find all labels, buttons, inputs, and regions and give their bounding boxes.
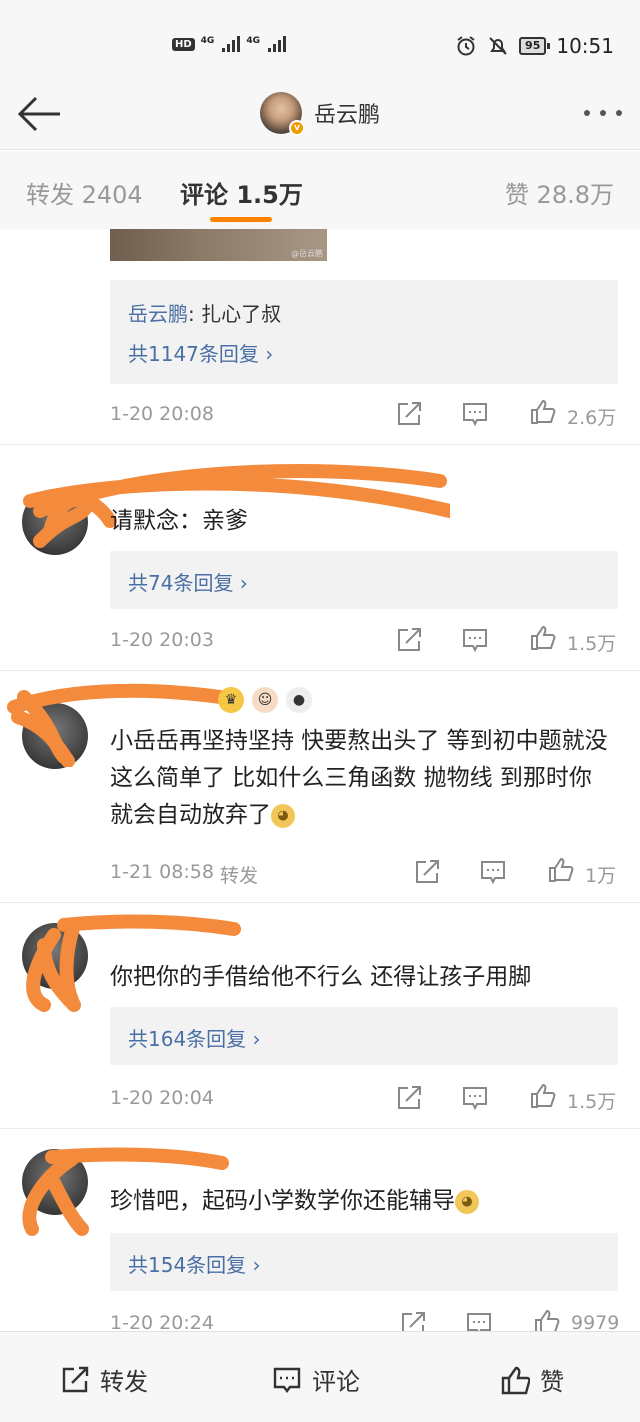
share-icon[interactable] <box>400 1311 426 1331</box>
reply-count-link[interactable]: 共1147条回复 › <box>128 338 273 367</box>
reply-preview[interactable]: 岳云鹏: 扎心了叔 共1147条回复 › <box>110 280 618 384</box>
reply-author[interactable]: 岳云鹏 <box>128 302 188 326</box>
comment-time: 1-20 20:04 <box>110 1087 214 1109</box>
share-icon[interactable] <box>396 1085 422 1111</box>
user-badges: ♛ ☺ ● <box>218 687 312 713</box>
like-icon[interactable] <box>530 1083 556 1109</box>
divider <box>0 670 640 671</box>
share-icon[interactable] <box>414 859 440 885</box>
reply-preview[interactable]: 共154条回复 › <box>110 1233 618 1291</box>
reply-text: : 扎心了叔 <box>188 302 282 326</box>
tab-comments[interactable]: 评论 1.5万 <box>180 175 303 210</box>
reply-count-link[interactable]: 共164条回复 › <box>128 1023 261 1052</box>
like-icon[interactable] <box>548 857 574 883</box>
share-icon[interactable] <box>396 627 422 653</box>
back-arrow-icon[interactable] <box>16 94 62 134</box>
comment-list: @岳云鹏 岳云鹏: 扎心了叔 共1147条回复 › 1-20 20:08 2.6… <box>0 229 640 1331</box>
comment-time: 1-21 08:58 <box>110 861 214 883</box>
tab-forward[interactable]: 转发 2404 <box>26 175 143 210</box>
reply-count-link[interactable]: 共74条回复 › <box>128 567 248 596</box>
comment-time: 1-20 20:24 <box>110 1312 214 1331</box>
divider <box>0 444 640 445</box>
mute-icon <box>489 37 507 55</box>
comment-image[interactable]: @岳云鹏 <box>110 229 327 261</box>
comment-icon <box>273 1367 301 1393</box>
comment-icon[interactable] <box>480 859 506 885</box>
vip-badge-icon: ♛ <box>218 687 244 713</box>
like-count: 1.5万 <box>567 1091 617 1113</box>
share-icon[interactable] <box>396 401 422 427</box>
divider <box>0 1128 640 1129</box>
battery-indicator: 95 <box>519 37 551 55</box>
like-count: 9979 <box>571 1312 620 1331</box>
active-tab-indicator <box>210 217 272 222</box>
comment-time: 1-20 20:08 <box>110 403 214 425</box>
tab-likes[interactable]: 赞 28.8万 <box>505 175 614 210</box>
comment-text: 请默念：亲爹 <box>110 508 248 534</box>
doge-emoji-icon: ◕ <box>455 1189 479 1214</box>
forward-link[interactable]: 转发 <box>220 861 258 888</box>
like-icon[interactable] <box>530 625 556 651</box>
reply-line: 岳云鹏: 扎心了叔 <box>128 298 281 327</box>
reply-count-link[interactable]: 共154条回复 › <box>128 1249 261 1278</box>
reply-preview[interactable]: 共74条回复 › <box>110 551 618 609</box>
comment-body: 珍惜吧，起码小学数学你还能辅导 <box>110 1188 455 1214</box>
forward-button[interactable]: 转发 <box>60 1362 148 1397</box>
avatar[interactable]: v <box>260 92 305 136</box>
like-icon[interactable] <box>530 399 556 425</box>
status-right: 95 10:51 <box>455 34 614 58</box>
status-bar: HD 4G 4G 95 10:51 <box>0 0 640 80</box>
signal-label-1: 4G <box>200 36 215 46</box>
comment-icon[interactable] <box>462 627 488 653</box>
header: v 岳云鹏 <box>0 80 640 150</box>
comment-button[interactable]: 评论 <box>272 1362 360 1397</box>
signal-label-2: 4G <box>246 36 260 46</box>
share-icon <box>62 1366 89 1392</box>
comment-icon[interactable] <box>466 1311 492 1331</box>
like-label: 赞 <box>540 1368 564 1396</box>
network-indicators: HD 4G 4G <box>172 36 286 52</box>
comment-text: 你把你的手借给他不行么 还得让孩子用脚 <box>110 964 532 990</box>
like-count: 2.6万 <box>567 407 617 429</box>
comment-body: 小岳岳再坚持坚持 快要熬出头了 等到初中题就没这么简单了 比如什么三角函数 抛物… <box>110 728 608 828</box>
clock: 10:51 <box>556 34 614 58</box>
image-watermark: @岳云鹏 <box>291 249 323 258</box>
doge-emoji-icon: ◕ <box>271 803 295 828</box>
reply-preview[interactable]: 共164条回复 › <box>110 1007 618 1065</box>
signal-icon <box>222 36 241 52</box>
divider <box>0 902 640 903</box>
like-count: 1.5万 <box>567 633 617 655</box>
like-count: 1万 <box>585 865 617 887</box>
hd-badge: HD <box>172 37 195 51</box>
comment-label: 评论 <box>312 1368 360 1396</box>
forward-label: 转发 <box>100 1368 148 1396</box>
comment-icon[interactable] <box>462 401 488 427</box>
alarm-icon <box>457 36 475 56</box>
comment-text: 小岳岳再坚持坚持 快要熬出头了 等到初中题就没这么简单了 比如什么三角函数 抛物… <box>110 723 610 834</box>
signal-icon <box>267 36 286 52</box>
header-profile[interactable]: v 岳云鹏 <box>260 92 381 136</box>
like-icon <box>501 1366 530 1394</box>
panda-badge-icon: ● <box>286 687 312 713</box>
tab-bar: 转发 2404 评论 1.5万 赞 28.8万 <box>0 151 640 229</box>
bottom-action-bar: 转发 评论 赞 <box>0 1331 640 1422</box>
comment-text: 珍惜吧，起码小学数学你还能辅导 ◕ <box>110 1183 610 1220</box>
comment-icon[interactable] <box>462 1085 488 1111</box>
monkey-badge-icon: ☺ <box>252 687 278 713</box>
like-button[interactable]: 赞 <box>500 1362 564 1397</box>
page-title: 岳云鹏 <box>314 103 381 128</box>
comment-time: 1-20 20:03 <box>110 629 214 651</box>
more-options-icon[interactable] <box>584 110 622 116</box>
verified-badge-icon: v <box>289 120 305 136</box>
like-icon[interactable] <box>534 1309 560 1331</box>
